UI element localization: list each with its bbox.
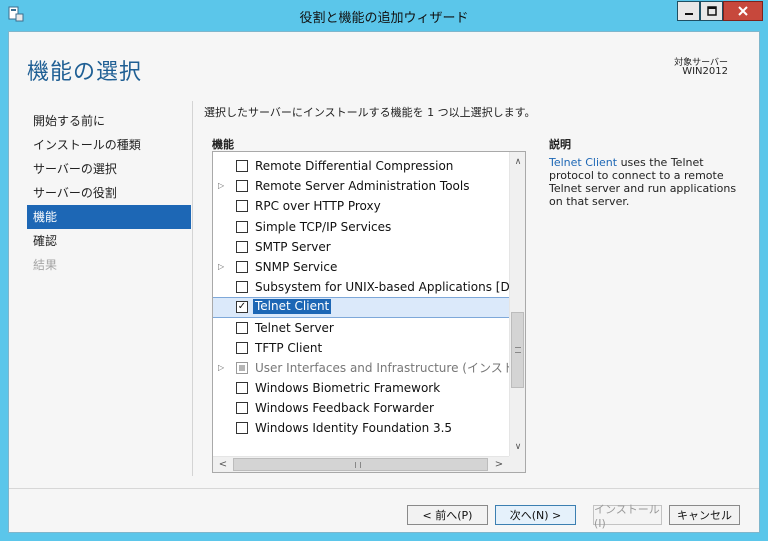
close-button[interactable] xyxy=(723,1,763,21)
install-button: インストール(I) xyxy=(593,503,662,530)
feature-label: Telnet Client xyxy=(253,299,332,315)
feature-row[interactable]: TFTP Client xyxy=(213,338,509,358)
feature-checkbox[interactable] xyxy=(236,422,248,435)
feature-checkbox[interactable] xyxy=(236,180,248,193)
feature-label: Windows Identity Foundation 3.5 xyxy=(255,421,453,436)
feature-checkbox[interactable] xyxy=(236,260,248,273)
feature-checkbox[interactable] xyxy=(236,240,248,253)
nav-item-features[interactable]: 機能 xyxy=(27,205,191,229)
feature-label: TFTP Client xyxy=(255,340,323,355)
minimize-icon xyxy=(684,13,693,15)
feature-checkbox[interactable] xyxy=(236,220,248,233)
feature-row[interactable]: ▷ SNMP Service xyxy=(213,257,509,277)
scrollbar-corner xyxy=(509,456,525,472)
nav-item-server-selection[interactable]: サーバーの選択 xyxy=(27,157,191,181)
scroll-down-icon[interactable]: ∨ xyxy=(510,439,525,455)
feature-label: Subsystem for UNIX-based Applications [D… xyxy=(255,280,509,295)
wizard-nav: 開始する前に インストールの種類 サーバーの選択 サーバーの役割 機能 確認 結… xyxy=(27,109,191,277)
feature-label: Windows Feedback Forwarder xyxy=(255,401,434,416)
target-server-value: WIN2012 xyxy=(682,66,728,77)
horizontal-scroll-thumb[interactable] xyxy=(233,458,488,471)
feature-label: Simple TCP/IP Services xyxy=(255,219,392,234)
title-bar[interactable]: 役割と機能の追加ウィザード xyxy=(0,0,768,30)
scroll-up-icon[interactable]: ∧ xyxy=(510,154,525,170)
feature-list-items: Remote Differential Compression ▷ Remote S… xyxy=(213,156,509,439)
nav-divider xyxy=(192,101,193,476)
scroll-left-icon[interactable]: < xyxy=(215,457,231,472)
feature-label: Telnet Server xyxy=(255,320,334,335)
feature-checkbox[interactable] xyxy=(236,200,248,213)
feature-row[interactable]: ▷ User Interfaces and Infrastructure (インス… xyxy=(213,358,509,378)
expand-arrow-icon[interactable]: ▷ xyxy=(218,358,228,378)
feature-row[interactable]: RPC over HTTP Proxy xyxy=(213,196,509,216)
grip-icon xyxy=(355,462,361,468)
maximize-icon xyxy=(706,6,717,16)
instruction-text: 選択したサーバーにインストールする機能を 1 つ以上選択します。 xyxy=(204,106,536,119)
feature-row[interactable]: Windows Biometric Framework xyxy=(213,378,509,398)
previous-button[interactable]: < 前へ(P) xyxy=(407,505,488,525)
vertical-scrollbar[interactable]: ∧ ∨ xyxy=(509,152,525,457)
feature-label: User Interfaces and Infrastructure (インスト… xyxy=(255,360,509,375)
cancel-button[interactable]: キャンセル xyxy=(669,505,740,525)
feature-list[interactable]: Remote Differential Compression ▷ Remote S… xyxy=(212,151,526,473)
feature-label: SNMP Service xyxy=(255,259,338,274)
description-header: 説明 xyxy=(549,138,571,151)
scroll-right-icon[interactable]: > xyxy=(491,457,507,472)
feature-label: SMTP Server xyxy=(255,239,331,254)
nav-item-results: 結果 xyxy=(33,258,58,272)
feature-row[interactable]: Telnet Server xyxy=(213,318,509,338)
feature-label: Remote Server Administration Tools xyxy=(255,179,470,194)
window-title: 役割と機能の追加ウィザード xyxy=(299,11,469,26)
footer-divider xyxy=(9,488,759,489)
vertical-scroll-thumb[interactable] xyxy=(511,312,524,388)
feature-row[interactable]: Remote Differential Compression xyxy=(213,156,509,176)
feature-row[interactable]: Simple TCP/IP Services xyxy=(213,217,509,237)
feature-row[interactable]: Subsystem for UNIX-based Applications [D… xyxy=(213,277,509,297)
feature-row[interactable]: ✓ Telnet Client xyxy=(213,297,509,318)
feature-checkbox[interactable] xyxy=(236,402,248,415)
nav-item-server-roles[interactable]: サーバーの役割 xyxy=(27,181,191,205)
wizard-body: 機能の選択 対象サーバー WIN2012 開始する前に インストールの種類 サー… xyxy=(8,31,760,533)
feature-checkbox[interactable] xyxy=(236,382,248,395)
nav-item-confirmation[interactable]: 確認 xyxy=(27,229,191,253)
expand-arrow-icon[interactable]: ▷ xyxy=(218,257,228,277)
feature-label: RPC over HTTP Proxy xyxy=(255,199,381,214)
next-button[interactable]: 次へ(N) > xyxy=(495,505,576,525)
feature-label: Remote Differential Compression xyxy=(255,159,454,173)
description-text: Telnet Client uses the Telnet protocol t… xyxy=(549,156,744,208)
feature-checkbox[interactable]: ✓ xyxy=(236,301,248,314)
features-header: 機能 xyxy=(212,138,234,151)
page-title: 機能の選択 xyxy=(27,60,143,85)
feature-checkbox[interactable] xyxy=(236,341,248,354)
wizard-window: 役割と機能の追加ウィザード 機能の選択 対象サーバー WIN2012 開始する前… xyxy=(0,0,768,541)
feature-row[interactable]: Windows Feedback Forwarder xyxy=(213,398,509,418)
feature-checkbox[interactable] xyxy=(236,160,248,172)
feature-row[interactable]: ▷ Remote Server Administration Tools xyxy=(213,176,509,196)
nav-item-before-you-begin[interactable]: 開始する前に xyxy=(27,109,191,133)
close-icon xyxy=(738,6,748,16)
grip-icon xyxy=(515,347,521,353)
expand-arrow-icon[interactable]: ▷ xyxy=(218,176,228,196)
description-link[interactable]: Telnet Client xyxy=(549,156,617,169)
minimize-button[interactable] xyxy=(677,1,700,21)
feature-checkbox[interactable] xyxy=(236,361,248,374)
nav-item-installation-type[interactable]: インストールの種類 xyxy=(27,133,191,157)
feature-checkbox[interactable] xyxy=(236,281,248,294)
feature-row[interactable]: Windows Identity Foundation 3.5 xyxy=(213,418,509,438)
feature-row[interactable]: SMTP Server xyxy=(213,237,509,257)
horizontal-scrollbar[interactable]: < > xyxy=(213,456,509,472)
feature-checkbox[interactable] xyxy=(236,321,248,334)
maximize-button[interactable] xyxy=(700,1,723,21)
feature-label: Windows Biometric Framework xyxy=(255,381,441,396)
